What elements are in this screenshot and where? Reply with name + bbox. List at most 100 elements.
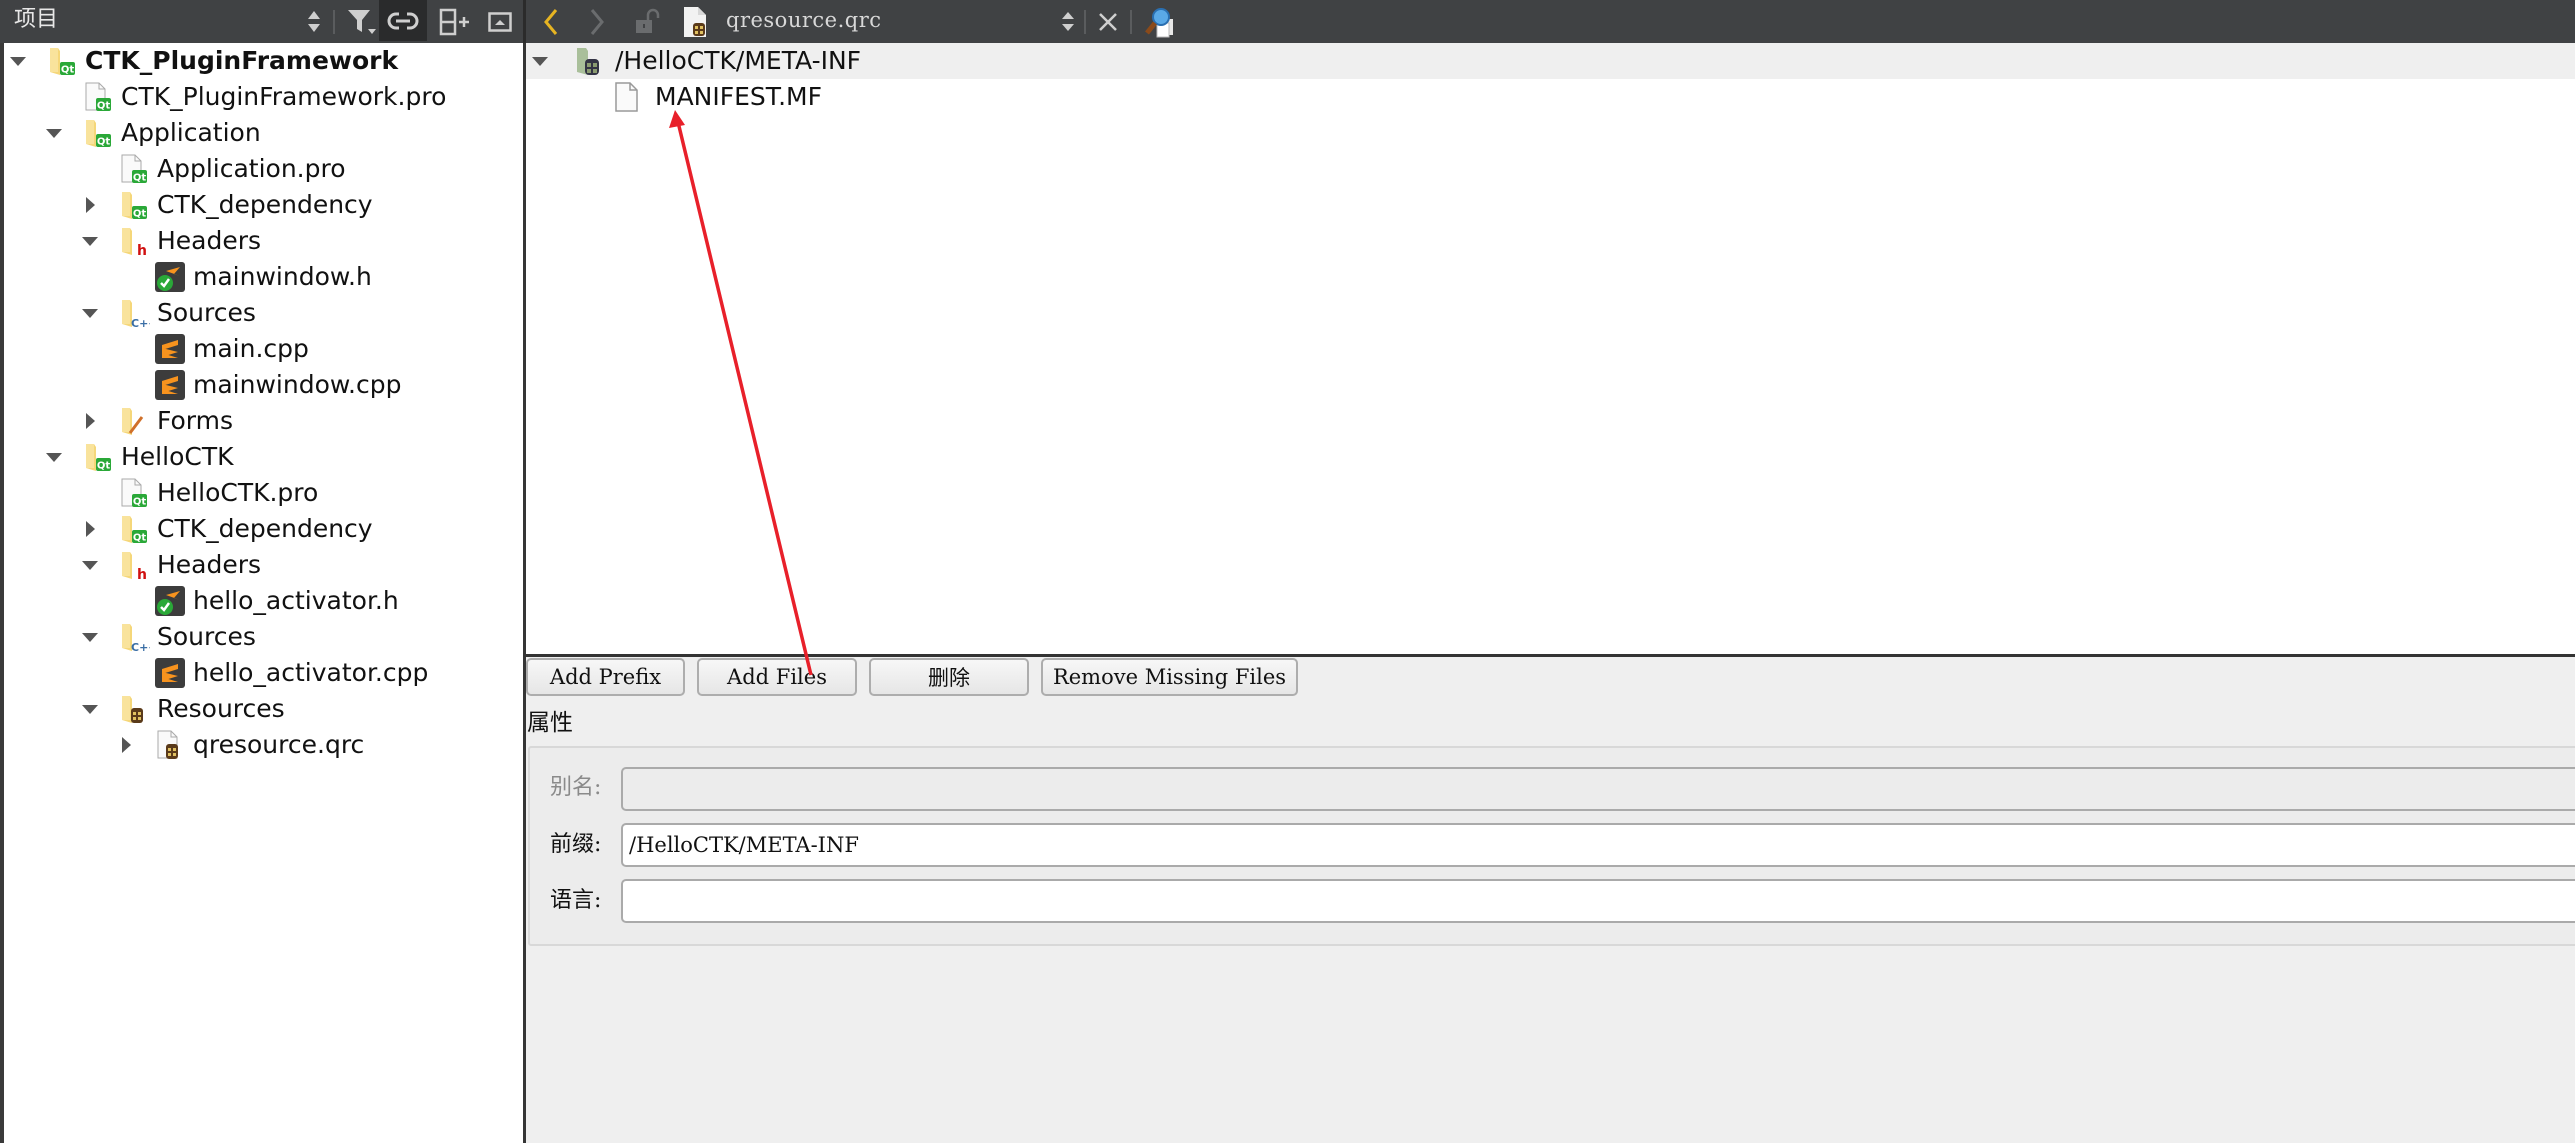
tree-item[interactable]: Forms [4, 403, 523, 439]
tree-item[interactable]: Qt Application [4, 115, 523, 151]
qt-folder-icon: Qt [82, 441, 114, 473]
tree-item[interactable]: mainwindow.h [4, 259, 523, 295]
svg-text:C++: C++ [131, 317, 150, 329]
back-arrow-icon[interactable] [538, 0, 564, 43]
tree-item[interactable]: qresource.qrc [4, 727, 523, 763]
forward-arrow-icon[interactable] [584, 0, 610, 43]
close-icon[interactable] [1094, 0, 1122, 43]
tree-item[interactable]: Resources [4, 691, 523, 727]
svg-text:Qt: Qt [97, 101, 111, 112]
tree-item-label: HelloCTK.pro [157, 478, 319, 507]
svg-text:h: h [137, 567, 147, 581]
svg-text:h: h [137, 243, 147, 257]
header-file-icon [154, 585, 186, 617]
chevron-down-icon[interactable] [530, 51, 550, 71]
cpp-file-icon [154, 369, 186, 401]
tree-item-label: hello_activator.h [193, 586, 399, 615]
tree-item[interactable]: Qt HelloCTK.pro [4, 475, 523, 511]
locate-file-icon[interactable] [1140, 0, 1180, 43]
tree-item[interactable]: Qt HelloCTK [4, 439, 523, 475]
remove-button[interactable]: 删除 [869, 658, 1029, 696]
sources-folder-icon: C++ [118, 621, 158, 654]
alias-label: 别名: [550, 775, 602, 800]
resource-tree[interactable]: /HelloCTK/META-INF MANIFEST.MF [526, 43, 2575, 655]
prefix-field-label: 前缀: [550, 832, 602, 857]
tree-item-label: CTK_dependency [157, 190, 373, 219]
tree-item[interactable]: C++ Sources [4, 295, 523, 331]
chevron-down-icon[interactable] [8, 51, 28, 71]
prefix-label: /HelloCTK/META-INF [615, 46, 862, 75]
chevron-down-icon[interactable] [80, 627, 100, 647]
tree-item-label: Application.pro [157, 154, 346, 183]
svg-text:Qt: Qt [133, 209, 147, 220]
svg-text:Qt: Qt [97, 137, 111, 148]
resources-folder-icon [118, 693, 150, 725]
remove-missing-files-button[interactable]: Remove Missing Files [1041, 658, 1298, 696]
qt-project-file-icon: Qt [118, 477, 150, 509]
tree-item[interactable]: mainwindow.cpp [4, 367, 523, 403]
headers-folder-icon: h [118, 225, 150, 259]
tree-item-label: hello_activator.cpp [193, 658, 429, 687]
tree-item[interactable]: C++ Sources [4, 619, 523, 655]
tree-item[interactable]: Qt Application.pro [4, 151, 523, 187]
project-tree[interactable]: Qt CTK_PluginFramework Qt CTK_PluginFramewo… [0, 43, 523, 1143]
qt-folder-icon: Qt [82, 117, 114, 149]
lock-icon[interactable] [632, 0, 662, 43]
prefix-input[interactable] [621, 823, 2575, 867]
combo-updown-icon[interactable] [1058, 0, 1078, 43]
alias-input[interactable] [621, 767, 2575, 811]
chevron-right-icon[interactable] [80, 519, 100, 539]
tree-item[interactable]: Qt CTK_PluginFramework [4, 43, 523, 79]
tree-item-label: mainwindow.cpp [193, 370, 402, 399]
svg-text:Qt: Qt [133, 173, 147, 184]
toolbar-separator [333, 10, 335, 34]
language-input[interactable] [621, 879, 2575, 923]
tree-item[interactable]: Qt CTK_dependency [4, 511, 523, 547]
horizontal-splitter[interactable] [526, 654, 2575, 657]
resource-folder-icon [574, 45, 606, 81]
header-file-icon [154, 261, 186, 293]
svg-text:Qt: Qt [61, 65, 75, 76]
tree-item-label: Headers [157, 226, 262, 255]
tree-item-label: main.cpp [193, 334, 309, 363]
language-label: 语言: [550, 888, 602, 913]
chevron-down-icon[interactable] [80, 555, 100, 575]
tree-item-label: qresource.qrc [193, 730, 365, 759]
chevron-down-icon[interactable] [44, 447, 64, 467]
add-prefix-button[interactable]: Add Prefix [526, 658, 685, 696]
chevron-down-icon[interactable] [80, 231, 100, 251]
svg-text:C++: C++ [131, 641, 150, 653]
chevron-down-icon[interactable] [80, 303, 100, 323]
manifest-file-item[interactable]: MANIFEST.MF [526, 79, 2575, 115]
add-files-button[interactable]: Add Files [697, 658, 857, 696]
chevron-right-icon[interactable] [116, 735, 136, 755]
tree-item-label: Sources [157, 298, 256, 327]
tree-item[interactable]: hello_activator.h [4, 583, 523, 619]
sort-updown-icon[interactable] [300, 0, 328, 43]
chevron-right-icon[interactable] [80, 411, 100, 431]
chevron-right-icon[interactable] [80, 195, 100, 215]
toolbar-separator [1084, 10, 1086, 34]
svg-text:Qt: Qt [97, 461, 111, 472]
tree-item[interactable]: h Headers [4, 223, 523, 259]
qt-folder-icon: Qt [46, 45, 78, 77]
chevron-down-icon[interactable] [80, 699, 100, 719]
tree-item[interactable]: hello_activator.cpp [4, 655, 523, 691]
link-sync-icon[interactable] [379, 0, 427, 41]
tree-item[interactable]: Qt CTK_PluginFramework.pro [4, 79, 523, 115]
tree-item[interactable]: main.cpp [4, 331, 523, 367]
toolbar-divider [523, 0, 526, 43]
current-file-combo[interactable]: qresource.qrc [726, 8, 882, 32]
tree-item-label: Headers [157, 550, 262, 579]
qrc-file-icon [154, 729, 186, 761]
svg-text:Qt: Qt [133, 497, 147, 508]
qt-project-file-icon: Qt [82, 81, 114, 113]
chevron-down-icon[interactable] [44, 123, 64, 143]
split-add-icon[interactable] [433, 0, 477, 43]
tree-item[interactable]: h Headers [4, 547, 523, 583]
headers-folder-icon: h [118, 549, 150, 583]
hide-panel-icon[interactable] [485, 0, 515, 43]
top-toolbar: 项目 qresource.qrc [0, 0, 2575, 43]
tree-item[interactable]: Qt CTK_dependency [4, 187, 523, 223]
prefix-item[interactable]: /HelloCTK/META-INF [526, 43, 2575, 79]
